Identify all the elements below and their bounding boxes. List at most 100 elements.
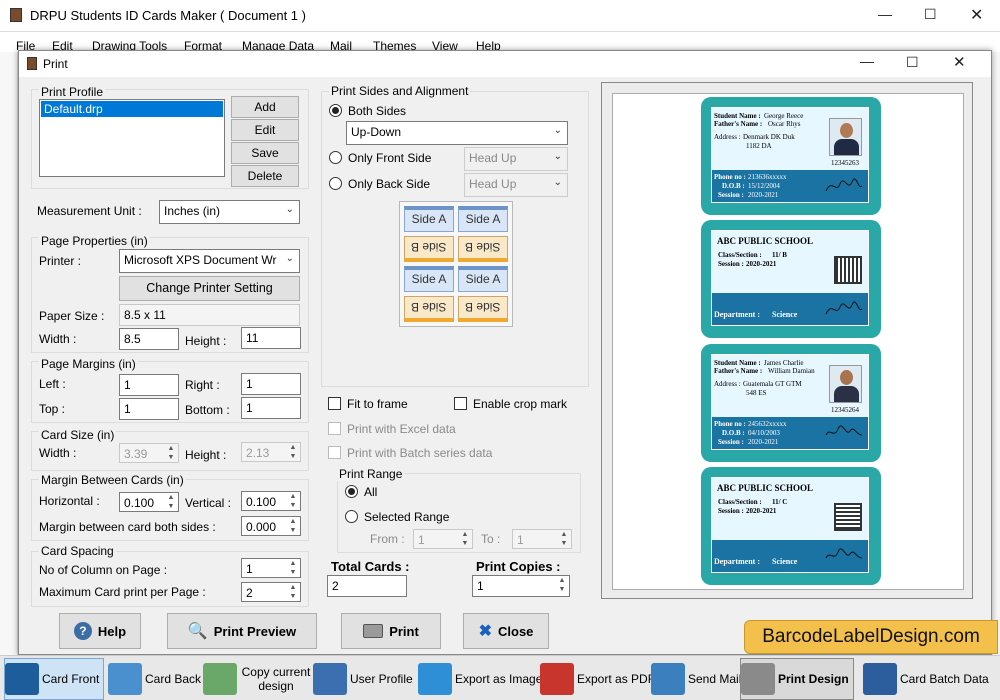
spinner-arrows-icon[interactable]: ▲ ▼: [287, 559, 299, 577]
margin-left-field[interactable]: 1: [119, 374, 179, 396]
fit-to-frame-label[interactable]: Fit to frame: [347, 397, 408, 411]
vertical-spinner[interactable]: 0.100 ▲ ▼: [241, 491, 301, 511]
profile-list-item[interactable]: Default.drp: [41, 101, 223, 117]
profile-list[interactable]: Default.drp: [39, 99, 225, 177]
address-line1: Denmark DK Duk: [743, 133, 795, 141]
range-all-radio[interactable]: [345, 485, 358, 498]
measurement-unit-select[interactable]: Inches (in) ⌄: [159, 200, 300, 224]
chevron-down-icon: ⌄: [553, 151, 562, 162]
save-profile-button[interactable]: Save: [231, 142, 299, 164]
user-profile-tab[interactable]: User Profile: [313, 658, 413, 700]
both-sides-margin-spinner[interactable]: 0.000 ▲ ▼: [241, 516, 301, 536]
paper-size-label: Paper Size :: [39, 309, 105, 323]
enable-crop-checkbox[interactable]: [454, 397, 467, 410]
range-all-label[interactable]: All: [364, 485, 377, 499]
bottom-toolbar: Card Front Card Back Copy current design…: [0, 655, 1000, 700]
edit-profile-button[interactable]: Edit: [231, 119, 299, 141]
send-mail-icon: [651, 663, 685, 695]
card-back-tab[interactable]: Card Back: [108, 658, 201, 700]
print-batch-label: Print with Batch series data: [347, 446, 493, 460]
dialog-minimize-icon[interactable]: —: [860, 53, 874, 69]
spinner-arrows-icon[interactable]: ▲ ▼: [165, 493, 177, 511]
margin-bottom-field[interactable]: 1: [241, 397, 301, 419]
maximize-icon[interactable]: ☐: [924, 6, 937, 23]
card-info-band: Phone no : 245632xxxxx D.O.B : 04/10/200…: [712, 417, 868, 449]
card-inner: Student Name : James Charlie Father's Na…: [711, 354, 869, 450]
margin-top-field[interactable]: 1: [119, 398, 179, 420]
student-name-value: James Charlie: [764, 359, 804, 367]
add-profile-button[interactable]: Add: [231, 96, 299, 118]
close-button[interactable]: ✖ Close: [463, 613, 549, 649]
enable-crop-label[interactable]: Enable crop mark: [473, 397, 567, 411]
both-sides-margin-label: Margin between card both sides :: [39, 520, 216, 534]
spinner-arrows-icon[interactable]: ▲ ▼: [287, 492, 299, 510]
range-selected-label[interactable]: Selected Range: [364, 510, 449, 524]
help-button[interactable]: ? Help: [59, 613, 141, 649]
student-name-label: Student Name :: [714, 359, 761, 367]
both-sides-select[interactable]: Up-Down ⌄: [346, 121, 568, 145]
student-id: 12345263: [831, 159, 859, 167]
range-from-spinner: 1 ▲ ▼: [413, 529, 473, 549]
both-sides-margin-value: 0.000: [246, 520, 277, 534]
change-printer-setting-button[interactable]: Change Printer Setting: [119, 276, 300, 301]
both-sides-label[interactable]: Both Sides: [348, 104, 406, 118]
export-image-icon: [418, 663, 452, 695]
side-b-tile: Side B: [458, 296, 508, 322]
delete-profile-button[interactable]: Delete: [231, 165, 299, 187]
only-front-radio[interactable]: [329, 151, 342, 164]
card-spacing-label: Card Spacing: [39, 544, 116, 558]
range-to-value: 1: [517, 533, 524, 547]
range-to-label: To :: [481, 532, 501, 546]
copy-design-tab[interactable]: Copy current design: [203, 658, 312, 700]
only-back-label[interactable]: Only Back Side: [348, 177, 430, 191]
printer-select[interactable]: Microsoft XPS Document Wr ⌄: [119, 249, 300, 273]
phone-value: 245632xxxxx: [748, 420, 787, 428]
department-label: Department :: [714, 310, 760, 319]
minimize-icon[interactable]: —: [878, 6, 892, 22]
both-sides-radio[interactable]: [329, 104, 342, 117]
send-mail-tab[interactable]: Send Mail: [651, 658, 741, 700]
qr-code-icon: [834, 503, 862, 531]
margin-right-field[interactable]: 1: [241, 373, 301, 395]
only-back-radio[interactable]: [329, 177, 342, 190]
close-icon[interactable]: ✕: [970, 5, 983, 25]
export-image-tab[interactable]: Export as Image: [418, 658, 542, 700]
range-selected-radio[interactable]: [345, 510, 358, 523]
max-cards-spinner[interactable]: 2 ▲ ▼: [241, 582, 301, 602]
card-front-tab[interactable]: Card Front: [4, 658, 105, 700]
dialog-maximize-icon[interactable]: ☐: [906, 54, 919, 71]
student-photo: [829, 118, 862, 156]
fit-to-frame-checkbox[interactable]: [328, 397, 341, 410]
export-pdf-tab[interactable]: Export as PDF: [540, 658, 655, 700]
paper-height-field[interactable]: 11: [241, 327, 301, 349]
class-label: Class/Section :: [718, 251, 762, 259]
only-front-label[interactable]: Only Front Side: [348, 151, 431, 165]
print-copies-spinner[interactable]: 1 ▲ ▼: [472, 575, 570, 597]
print-design-tab[interactable]: Print Design: [740, 658, 854, 700]
printer-icon: [363, 624, 384, 638]
spinner-arrows-icon[interactable]: ▲ ▼: [556, 576, 568, 594]
dialog-title-bar: Print — ☐ ✕: [19, 51, 991, 77]
total-cards-field[interactable]: 2: [327, 575, 407, 597]
id-card-front: Student Name : James Charlie Father's Na…: [701, 344, 881, 462]
range-to-spinner: 1 ▲ ▼: [512, 529, 572, 549]
range-from-label: From :: [370, 532, 405, 546]
print-button[interactable]: Print: [341, 613, 441, 649]
columns-spinner[interactable]: 1 ▲ ▼: [241, 558, 301, 578]
print-dialog-icon: [27, 57, 37, 70]
paper-width-field[interactable]: 8.5: [119, 328, 179, 350]
print-preview-button[interactable]: 🔍 Print Preview: [167, 613, 317, 649]
horizontal-spinner[interactable]: 0.100 ▲ ▼: [119, 492, 179, 512]
card-batch-tab[interactable]: Card Batch Data: [863, 658, 989, 700]
spinner-arrows-icon[interactable]: ▲ ▼: [287, 517, 299, 535]
phone-label: Phone no :: [714, 173, 746, 181]
both-sides-value: Up-Down: [351, 125, 402, 139]
print-design-label: Print Design: [778, 672, 849, 686]
id-card-front: Student Name : George Reece Father's Nam…: [701, 97, 881, 215]
dialog-close-icon[interactable]: ✕: [953, 53, 966, 71]
address-label: Address :: [714, 133, 741, 141]
chevron-down-icon: ⌄: [553, 177, 562, 188]
spinner-arrows-icon[interactable]: ▲ ▼: [287, 583, 299, 601]
copy-design-label: Copy current design: [241, 665, 311, 693]
side-a-text: Side A: [411, 272, 447, 286]
